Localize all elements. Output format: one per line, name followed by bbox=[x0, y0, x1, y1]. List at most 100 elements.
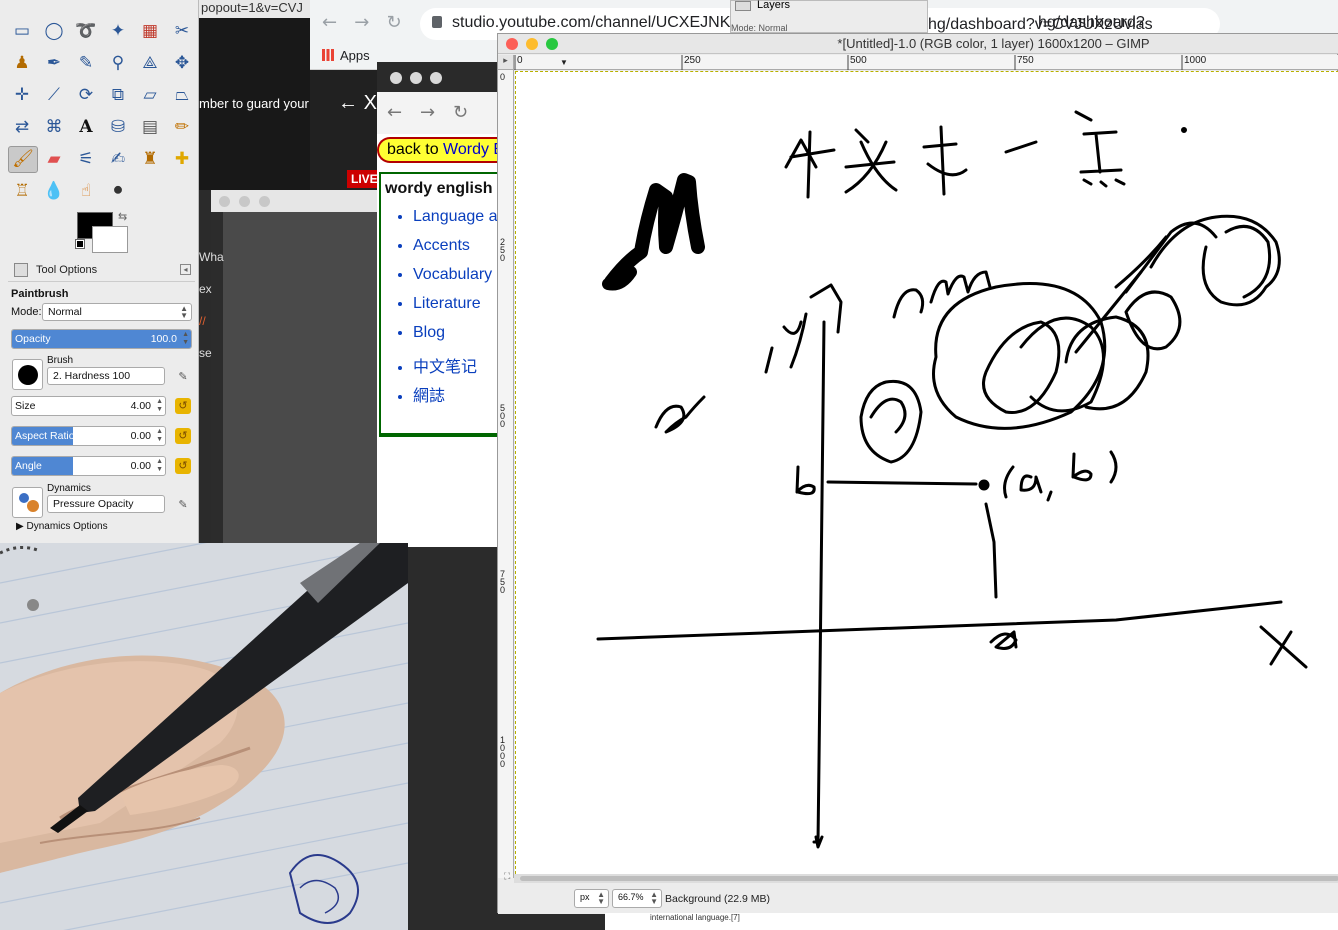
wordy-link[interactable]: 網誌 bbox=[413, 382, 502, 411]
move-icon[interactable]: ✥ bbox=[170, 51, 194, 75]
forward-arrow-icon[interactable]: → bbox=[420, 102, 435, 123]
free-select-icon[interactable]: ➰ bbox=[74, 19, 98, 43]
close-dot-icon[interactable] bbox=[219, 196, 230, 207]
zoom-dot-icon[interactable] bbox=[430, 72, 442, 84]
ink-icon[interactable]: ✍ bbox=[106, 147, 130, 171]
crop-icon[interactable]: ⟋ bbox=[42, 83, 66, 107]
dynamics-preview[interactable] bbox=[12, 487, 43, 518]
paths-icon[interactable]: ✒ bbox=[42, 51, 66, 75]
reload-icon[interactable]: ↻ bbox=[453, 102, 468, 123]
perspective-clone-icon[interactable]: ♖ bbox=[10, 179, 34, 203]
unit-select[interactable]: px ▲ ▼ bbox=[574, 889, 609, 908]
wordy-link[interactable]: 中文笔记 bbox=[413, 353, 502, 382]
side-fragment-4: se bbox=[199, 346, 212, 360]
dynamics-options-expander[interactable]: ▶ Dynamics Options bbox=[16, 521, 108, 532]
reset-aspect-icon[interactable]: ↺ bbox=[175, 428, 191, 444]
scissors-select-icon[interactable]: ✂ bbox=[170, 19, 194, 43]
wordy-link[interactable]: Blog bbox=[413, 324, 502, 353]
bucket-fill-icon[interactable]: ⛁ bbox=[106, 115, 130, 139]
horizontal-ruler[interactable]: 0 250 500 750 1000 ▼ bbox=[514, 55, 1338, 70]
fuzzy-select-icon[interactable]: ✦ bbox=[106, 19, 130, 43]
color-picker-icon[interactable]: ✎ bbox=[74, 51, 98, 75]
opacity-slider[interactable]: Opacity 100.0 ▲ ▼ bbox=[11, 329, 192, 349]
wordy-link[interactable]: Language a bbox=[413, 208, 502, 237]
brush-preview[interactable] bbox=[12, 359, 43, 390]
size-slider[interactable]: Size 4.00 ▲ ▼ bbox=[11, 396, 166, 416]
ruler-corner-menu[interactable]: ▸ bbox=[498, 55, 514, 70]
url-tail-fragment: hg/dashboard?v=CVJUXzUvlas bbox=[928, 16, 1153, 33]
dynamics-field[interactable]: Pressure Opacity bbox=[47, 495, 165, 513]
brush-name-field[interactable]: 2. Hardness 100 bbox=[47, 367, 165, 385]
eraser-icon[interactable]: ▰ bbox=[42, 147, 66, 171]
cage-transform-icon[interactable]: ⌘ bbox=[42, 115, 66, 139]
tool-options-tab[interactable]: Tool Options ◂ bbox=[8, 258, 195, 282]
wordy-link-list: Language a Accents Vocabulary Literature… bbox=[413, 208, 502, 411]
background-color-swatch[interactable] bbox=[92, 226, 128, 253]
bookmark-apps[interactable]: Apps bbox=[322, 48, 370, 63]
angle-slider[interactable]: Angle 0.00 ▲ ▼ bbox=[11, 456, 166, 476]
shear-icon[interactable]: ▱ bbox=[138, 83, 162, 107]
horizontal-scrollbar[interactable] bbox=[514, 874, 1338, 883]
tab-menu-icon[interactable]: ◂ bbox=[180, 264, 191, 275]
rotate-icon[interactable]: ⟳ bbox=[74, 83, 98, 107]
back-arrow-icon[interactable]: ← bbox=[387, 102, 402, 123]
foreground-select-icon[interactable]: ♟ bbox=[10, 51, 34, 75]
select-by-color-icon[interactable]: ▦ bbox=[138, 19, 162, 43]
navigate-icon[interactable]: ⛶ bbox=[504, 871, 510, 882]
close-dot-icon[interactable] bbox=[390, 72, 402, 84]
airbrush-icon[interactable]: ⚟ bbox=[74, 147, 98, 171]
close-dot-icon[interactable] bbox=[506, 38, 518, 50]
back-arrow-icon[interactable]: ← X bbox=[338, 92, 377, 115]
zoom-select[interactable]: 66.7% ▲ ▼ bbox=[612, 889, 662, 908]
ruler-ticks bbox=[514, 55, 1183, 70]
zoom-icon[interactable]: ⚲ bbox=[106, 51, 130, 75]
side-fragment-1: Wha bbox=[199, 250, 224, 264]
default-colors-icon[interactable] bbox=[75, 239, 85, 249]
ruler-label: 0 bbox=[500, 72, 506, 82]
status-text: Background (22.9 MB) bbox=[665, 893, 771, 905]
vertical-ruler[interactable]: 0 250 500 750 1000 bbox=[498, 70, 514, 878]
zoom-dot-icon[interactable] bbox=[546, 38, 558, 50]
edit-brush-icon[interactable]: ✎ bbox=[176, 370, 190, 384]
minimize-dot-icon[interactable] bbox=[239, 196, 250, 207]
wordy-link[interactable]: Vocabulary bbox=[413, 266, 502, 295]
zoom-dot-icon[interactable] bbox=[259, 196, 270, 207]
edit-dynamics-icon[interactable]: ✎ bbox=[176, 498, 190, 512]
scale-icon[interactable]: ⧉ bbox=[106, 83, 130, 107]
flip-icon[interactable]: ⇄ bbox=[10, 115, 34, 139]
ruler-label: 750 bbox=[500, 569, 506, 595]
tool-name: Paintbrush bbox=[11, 288, 69, 300]
browser-nav-icons[interactable]: ← → ↻ bbox=[322, 12, 402, 33]
ruler-label: 1000 bbox=[1184, 55, 1207, 66]
smudge-icon[interactable]: ☝ bbox=[74, 179, 98, 203]
clone-icon[interactable]: ♜ bbox=[138, 147, 162, 171]
measure-icon[interactable]: ⟁ bbox=[138, 51, 162, 75]
wordy-link[interactable]: Accents bbox=[413, 237, 502, 266]
blur-icon[interactable]: 💧 bbox=[42, 179, 66, 203]
minimize-dot-icon[interactable] bbox=[526, 38, 538, 50]
dodge-burn-icon[interactable]: ⚫ bbox=[106, 179, 130, 203]
aspect-ratio-slider[interactable]: Aspect Ratio 0.00 ▲ ▼ bbox=[11, 426, 166, 446]
reset-size-icon[interactable]: ↺ bbox=[175, 398, 191, 414]
heal-icon[interactable]: ✚ bbox=[170, 147, 194, 171]
swap-colors-icon[interactable]: ⇆ bbox=[118, 210, 127, 223]
close-fragment[interactable]: X bbox=[364, 92, 377, 114]
text-tool-icon[interactable]: A bbox=[74, 115, 98, 139]
rect-select-icon[interactable]: ▭ bbox=[10, 19, 34, 43]
ruler-label: 1000 bbox=[500, 735, 506, 769]
blend-icon[interactable]: ▤ bbox=[138, 115, 162, 139]
mode-select[interactable]: Normal ▲ ▼ bbox=[42, 303, 192, 321]
image-canvas[interactable] bbox=[515, 71, 1338, 874]
hand-with-stylus-image bbox=[0, 543, 408, 930]
wordy-link[interactable]: Literature bbox=[413, 295, 502, 324]
back-to-wordy-link[interactable]: back to Wordy E bbox=[377, 137, 502, 163]
paintbrush-icon[interactable]: 🖌 bbox=[8, 146, 38, 173]
pencil-icon[interactable]: ✏ bbox=[170, 115, 194, 139]
perspective-icon[interactable]: ⏢ bbox=[170, 83, 194, 107]
apps-label: Apps bbox=[340, 48, 370, 63]
align-icon[interactable]: ✛ bbox=[10, 83, 34, 107]
minimize-dot-icon[interactable] bbox=[410, 72, 422, 84]
ellipse-select-icon[interactable]: ◯ bbox=[42, 19, 66, 43]
reset-angle-icon[interactable]: ↺ bbox=[175, 458, 191, 474]
gimp-statusbar: ⛶ px ▲ ▼ 66.7% ▲ ▼ Background (22.9 MB) bbox=[498, 871, 1338, 914]
